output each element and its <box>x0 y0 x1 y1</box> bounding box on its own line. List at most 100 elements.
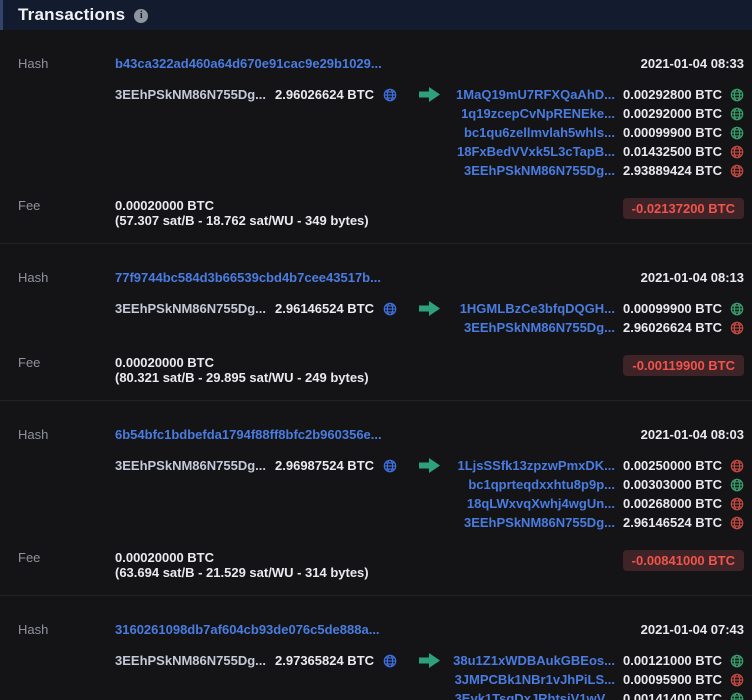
balance-change-badge: -0.00119900 BTC <box>623 355 744 376</box>
balance-change-badge: -0.00841000 BTC <box>623 550 744 571</box>
globe-icon[interactable] <box>730 478 744 492</box>
balance-change-badge: -0.02137200 BTC <box>623 198 744 219</box>
outputs-column: 1MaQ19mU7RFXQaAhD... 0.00292800 BTC 1q19… <box>453 85 744 180</box>
output-row: 18FxBedVVxk5L3cTapB... 0.01432500 BTC <box>453 142 744 161</box>
arrow-right-icon <box>417 86 453 103</box>
output-amount: 0.00099900 BTC <box>623 123 722 142</box>
globe-icon[interactable] <box>383 459 397 473</box>
hash-label: Hash <box>18 268 115 287</box>
globe-icon[interactable] <box>730 145 744 159</box>
globe-icon[interactable] <box>730 88 744 102</box>
transaction-head-row: Hash 3160261098db7af604cb93de076c5de888a… <box>18 620 744 639</box>
tx-hash-link[interactable]: 6b54bfc1bdbefda1794f88ff8bfc2b960356e... <box>115 427 382 442</box>
output-address-link[interactable]: 3EEhPSkNM86N755Dg... <box>464 318 615 337</box>
transaction-fee-row: Fee 0.00020000 BTC (63.694 sat/B - 21.52… <box>18 550 744 580</box>
globe-icon[interactable] <box>730 497 744 511</box>
output-amount: 2.96146524 BTC <box>623 513 722 532</box>
output-address-link[interactable]: 3EEhPSkNM86N755Dg... <box>464 513 615 532</box>
transaction-block: Hash 6b54bfc1bdbefda1794f88ff8bfc2b96035… <box>0 401 752 596</box>
page-title: Transactions <box>18 5 125 25</box>
transaction-io-row: 3EEhPSkNM86N755Dg... 2.96026624 BTC 1MaQ… <box>18 85 744 180</box>
output-row: 1MaQ19mU7RFXQaAhD... 0.00292800 BTC <box>453 85 744 104</box>
transaction-head-row: Hash 77f9744bc584d3b66539cbd4b7cee43517b… <box>18 268 744 287</box>
arrow-right-icon <box>417 300 453 317</box>
tx-input: 3EEhPSkNM86N755Dg... 2.96146524 BTC <box>115 299 417 318</box>
arrow-right-icon <box>417 457 453 474</box>
transaction-head-row: Hash b43ca322ad460a64d670e91cac9e29b1029… <box>18 54 744 73</box>
output-address-link[interactable]: 1q19zcepCvNpRENEke... <box>461 104 615 123</box>
globe-icon[interactable] <box>730 164 744 178</box>
fee-details: (80.321 sat/B - 29.895 sat/WU - 249 byte… <box>115 370 369 385</box>
transaction-fee-row: Fee 0.00020000 BTC (57.307 sat/B - 18.76… <box>18 198 744 228</box>
output-amount: 0.00268000 BTC <box>623 494 722 513</box>
output-row: 3EEhPSkNM86N755Dg... 2.96026624 BTC <box>453 318 744 337</box>
output-address-link[interactable]: bc1qu6zellmvlah5whls... <box>464 123 615 142</box>
input-address-link[interactable]: 3EEhPSkNM86N755Dg... <box>115 85 266 104</box>
transaction-block: Hash b43ca322ad460a64d670e91cac9e29b1029… <box>0 30 752 244</box>
outputs-column: 1HGMLBzCe3bfqDQGH... 0.00099900 BTC 3EEh… <box>453 299 744 337</box>
hash-label: Hash <box>18 54 115 73</box>
output-amount: 2.93889424 BTC <box>623 161 722 180</box>
output-address-link[interactable]: 1HGMLBzCe3bfqDQGH... <box>460 299 615 318</box>
fee-details: (63.694 sat/B - 21.529 sat/WU - 314 byte… <box>115 565 369 580</box>
output-amount: 0.00292800 BTC <box>623 85 722 104</box>
globe-icon[interactable] <box>730 321 744 335</box>
output-amount: 0.00292000 BTC <box>623 104 722 123</box>
outputs-column: 38u1Z1xWDBAukGBEos... 0.00121000 BTC 3JM… <box>453 651 744 700</box>
output-row: 3EEhPSkNM86N755Dg... 2.96146524 BTC <box>453 513 744 532</box>
hash-label: Hash <box>18 620 115 639</box>
output-row: 18qLWxvqXwhj4wgUn... 0.00268000 BTC <box>453 494 744 513</box>
output-address-link[interactable]: 3Evk1TsqDxJRhtsiV1wV... <box>455 689 615 700</box>
tx-input: 3EEhPSkNM86N755Dg... 2.96026624 BTC <box>115 85 417 104</box>
globe-icon[interactable] <box>730 126 744 140</box>
output-address-link[interactable]: 1MaQ19mU7RFXQaAhD... <box>456 85 615 104</box>
globe-icon[interactable] <box>730 654 744 668</box>
tx-hash-link[interactable]: b43ca322ad460a64d670e91cac9e29b1029... <box>115 56 382 71</box>
tx-hash-link[interactable]: 3160261098db7af604cb93de076c5de888a... <box>115 622 380 637</box>
input-address-link[interactable]: 3EEhPSkNM86N755Dg... <box>115 651 266 670</box>
transactions-list: Hash b43ca322ad460a64d670e91cac9e29b1029… <box>0 30 752 700</box>
input-amount: 2.96146524 BTC <box>275 299 374 318</box>
transaction-fee-row: Fee 0.00020000 BTC (80.321 sat/B - 29.89… <box>18 355 744 385</box>
output-address-link[interactable]: 3EEhPSkNM86N755Dg... <box>464 161 615 180</box>
fee-details: (57.307 sat/B - 18.762 sat/WU - 349 byte… <box>115 213 369 228</box>
tx-date: 2021-01-04 08:33 <box>641 54 744 73</box>
globe-icon[interactable] <box>730 673 744 687</box>
globe-icon[interactable] <box>383 88 397 102</box>
input-amount: 2.97365824 BTC <box>275 651 374 670</box>
output-amount: 0.00121000 BTC <box>623 651 722 670</box>
outputs-column: 1LjsSSfk13zpzwPmxDK... 0.00250000 BTC bc… <box>453 456 744 532</box>
output-row: bc1qu6zellmvlah5whls... 0.00099900 BTC <box>453 123 744 142</box>
tx-date: 2021-01-04 07:43 <box>641 620 744 639</box>
tx-hash-link[interactable]: 77f9744bc584d3b66539cbd4b7cee43517b... <box>115 270 381 285</box>
input-address-link[interactable]: 3EEhPSkNM86N755Dg... <box>115 456 266 475</box>
transaction-head-row: Hash 6b54bfc1bdbefda1794f88ff8bfc2b96035… <box>18 425 744 444</box>
transaction-io-row: 3EEhPSkNM86N755Dg... 2.96987524 BTC 1Ljs… <box>18 456 744 532</box>
input-address-link[interactable]: 3EEhPSkNM86N755Dg... <box>115 299 266 318</box>
globe-icon[interactable] <box>730 107 744 121</box>
transactions-header: Transactions i <box>0 0 752 30</box>
globe-icon[interactable] <box>383 654 397 668</box>
fee-label: Fee <box>18 550 115 565</box>
transaction-block: Hash 77f9744bc584d3b66539cbd4b7cee43517b… <box>0 244 752 401</box>
globe-icon[interactable] <box>730 516 744 530</box>
fee-amount: 0.00020000 BTC <box>115 550 369 565</box>
globe-icon[interactable] <box>383 302 397 316</box>
output-amount: 0.01432500 BTC <box>623 142 722 161</box>
output-address-link[interactable]: 18FxBedVVxk5L3cTapB... <box>457 142 615 161</box>
transaction-io-row: 3EEhPSkNM86N755Dg... 2.96146524 BTC 1HGM… <box>18 299 744 337</box>
globe-icon[interactable] <box>730 302 744 316</box>
globe-icon[interactable] <box>730 692 744 700</box>
info-icon[interactable]: i <box>134 9 148 23</box>
output-row: 3JMPCBk1NBr1vJhPiLS... 0.00095900 BTC <box>453 670 744 689</box>
fee-amount: 0.00020000 BTC <box>115 198 369 213</box>
output-address-link[interactable]: 1LjsSSfk13zpzwPmxDK... <box>457 456 615 475</box>
fee-text: 0.00020000 BTC (80.321 sat/B - 29.895 sa… <box>115 355 369 385</box>
output-address-link[interactable]: 38u1Z1xWDBAukGBEos... <box>453 651 615 670</box>
output-address-link[interactable]: 3JMPCBk1NBr1vJhPiLS... <box>455 670 615 689</box>
transaction-io-row: 3EEhPSkNM86N755Dg... 2.97365824 BTC 38u1… <box>18 651 744 700</box>
output-address-link[interactable]: 18qLWxvqXwhj4wgUn... <box>467 494 615 513</box>
globe-icon[interactable] <box>730 459 744 473</box>
fee-label: Fee <box>18 198 115 213</box>
output-address-link[interactable]: bc1qprteqdxxhtu8p9p... <box>468 475 615 494</box>
